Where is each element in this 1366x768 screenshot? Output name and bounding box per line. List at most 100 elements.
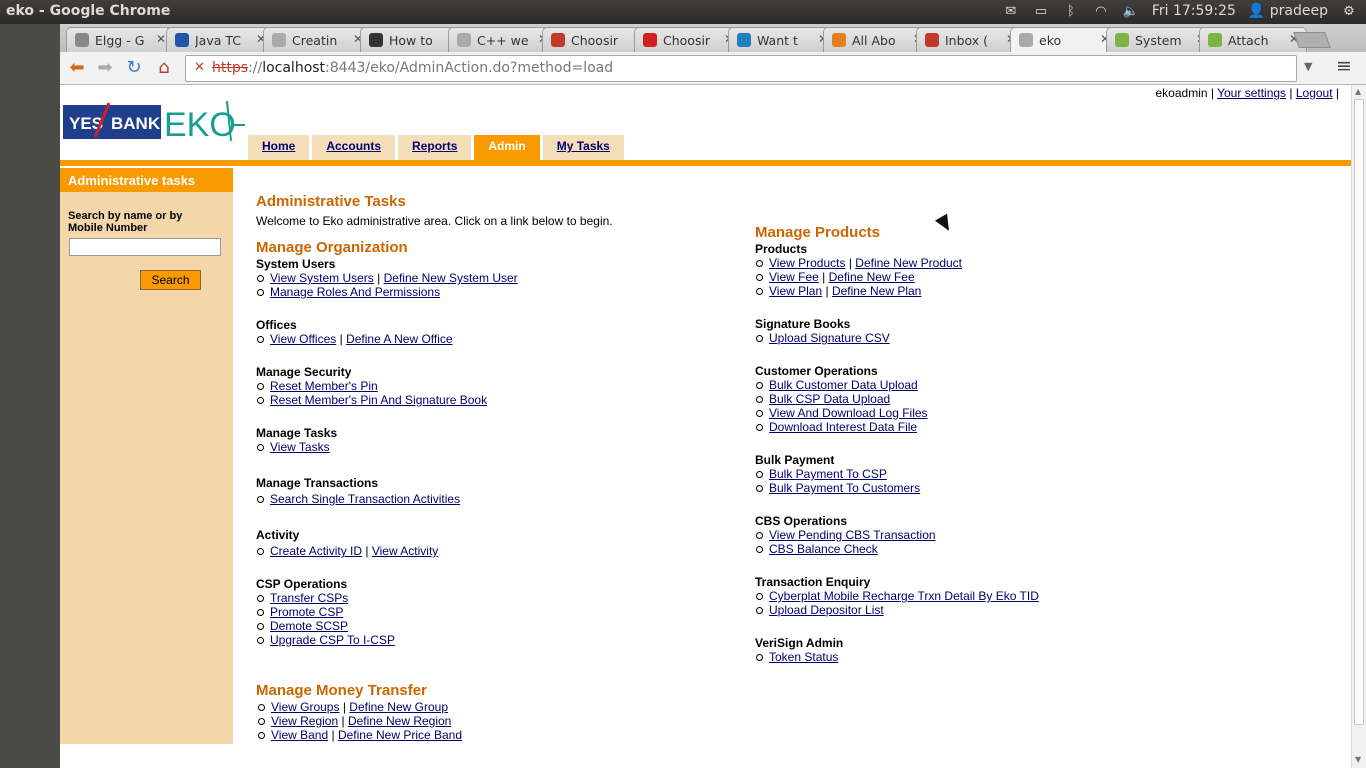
battery-icon[interactable]: ▭	[1032, 4, 1050, 19]
nav-tab-accounts[interactable]: Accounts	[312, 135, 399, 160]
bulk-payment-to-customers-link[interactable]: Bulk Payment To Customers	[769, 481, 920, 495]
section-label: Products	[755, 242, 808, 256]
search-single-transaction-activities-link[interactable]: Search Single Transaction Activities	[270, 492, 460, 506]
bulk-csp-data-upload-link[interactable]: Bulk CSP Data Upload	[769, 392, 890, 406]
scroll-thumb[interactable]	[1354, 99, 1364, 725]
view-region-link[interactable]: View Region	[271, 714, 338, 728]
tab-java-tc[interactable]: Java TC ✕	[166, 27, 274, 52]
transfer-csps-link[interactable]: Transfer CSPs	[270, 591, 348, 605]
chrome-window: Elgg - G✕Java TC✕Creatin✕How to✕C++ we✕C…	[60, 24, 1366, 768]
search-input[interactable]	[69, 238, 221, 256]
address-bar[interactable]: ✕ https://localhost:8443/eko/AdminAction…	[185, 55, 1297, 82]
cyberplat-mobile-recharge-trxn-detail-by-eko-tid-link[interactable]: Cyberplat Mobile Recharge Trxn Detail By…	[769, 589, 1039, 603]
nav-tab-admin[interactable]: Admin	[474, 135, 543, 160]
view-system-users-link[interactable]: View System Users	[270, 271, 374, 285]
chrome-menu-icon[interactable]: ≡	[1336, 55, 1352, 77]
define-new-plan-link[interactable]: Define New Plan	[832, 284, 921, 298]
tab-want-t[interactable]: Want t✕	[728, 27, 836, 52]
reload-icon[interactable]: ↻	[123, 57, 145, 79]
insecure-lock-icon[interactable]: ✕	[194, 60, 205, 75]
welcome-text: Welcome to Eko administrative area. Clic…	[256, 214, 613, 228]
view-and-download-log-files-link[interactable]: View And Download Log Files	[769, 406, 928, 420]
your-settings-link[interactable]: Your settings	[1217, 86, 1286, 100]
view-band-link[interactable]: View Band	[271, 728, 328, 742]
section-manage-transactions: Manage Transactions Search Single Transac…	[256, 476, 460, 506]
home-icon[interactable]: ⌂	[153, 57, 175, 79]
view-fee-link[interactable]: View Fee	[769, 270, 819, 284]
download-interest-data-file-link[interactable]: Download Interest Data File	[769, 420, 917, 434]
tab-choosir[interactable]: Choosir✕	[634, 27, 742, 52]
link-separator: |	[845, 256, 856, 270]
view-activity-link[interactable]: View Activity	[372, 544, 438, 558]
list-item: View And Download Log Files	[755, 406, 928, 420]
view-plan-link[interactable]: View Plan	[769, 284, 822, 298]
nav-tab-my-tasks[interactable]: My Tasks	[542, 135, 627, 160]
tab-elgg-g[interactable]: Elgg - G ✕	[66, 27, 174, 52]
define-new-group-link[interactable]: Define New Group	[349, 700, 448, 714]
vertical-scrollbar[interactable]: ▲ ▼	[1351, 85, 1366, 768]
list-item: Download Interest Data File	[755, 420, 928, 434]
cbs-balance-check-link[interactable]: CBS Balance Check	[769, 542, 878, 556]
bluetooth-icon[interactable]: ᛒ	[1062, 4, 1080, 19]
forward-arrow-icon[interactable]: ➡	[94, 57, 116, 79]
section-offices: Offices View Offices | Define A New Offic…	[256, 318, 453, 346]
view-pending-cbs-transaction-link[interactable]: View Pending CBS Transaction	[769, 528, 936, 542]
upload-signature-csv-link[interactable]: Upload Signature CSV	[769, 331, 890, 345]
link-separator: |	[822, 284, 832, 298]
nav-tab-reports[interactable]: Reports	[398, 135, 475, 160]
tab-eko[interactable]: eko ✕	[1010, 27, 1118, 53]
power-gear-icon[interactable]: ⚙	[1340, 4, 1358, 19]
view-offices-link[interactable]: View Offices	[270, 332, 336, 346]
tab-system[interactable]: System✕	[1106, 27, 1214, 52]
wifi-icon[interactable]: ◠	[1092, 4, 1110, 19]
volume-icon[interactable]: 🔈	[1122, 4, 1140, 19]
user-menu[interactable]: 👤 pradeep	[1248, 3, 1328, 19]
section-activity: Activity Create Activity ID | View Activi…	[256, 528, 438, 558]
bulk-customer-data-upload-link[interactable]: Bulk Customer Data Upload	[769, 378, 918, 392]
define-new-fee-link[interactable]: Define New Fee	[829, 270, 915, 284]
tab-c-we[interactable]: C++ we✕	[448, 27, 556, 52]
section-system-users: System Users View System Users | Define N…	[256, 257, 518, 299]
promote-csp-link[interactable]: Promote CSP	[270, 605, 343, 619]
back-arrow-icon[interactable]: ⬅	[66, 57, 88, 79]
search-button[interactable]: Search	[140, 270, 201, 290]
view-products-link[interactable]: View Products	[769, 256, 845, 270]
tab-all-abo[interactable]: All Abo✕	[823, 27, 931, 52]
new-tab-button[interactable]	[1293, 32, 1331, 48]
chevron-down-icon[interactable]: ▼	[1304, 60, 1312, 73]
scroll-down-icon[interactable]: ▼	[1355, 755, 1361, 764]
reset-member-s-pin-link[interactable]: Reset Member's Pin	[270, 379, 378, 393]
scroll-up-icon[interactable]: ▲	[1355, 87, 1361, 96]
logout-link[interactable]: Logout	[1296, 86, 1333, 100]
define-new-system-user-link[interactable]: Define New System User	[384, 271, 518, 285]
section-manage-security: Manage Security Reset Member's Pin Reset M…	[256, 365, 487, 407]
list-item: Demote SCSP	[256, 619, 395, 633]
token-status-link[interactable]: Token Status	[769, 650, 838, 664]
reset-member-s-pin-and-signature-book-link[interactable]: Reset Member's Pin And Signature Book	[270, 393, 487, 407]
define-a-new-office-link[interactable]: Define A New Office	[346, 332, 453, 346]
view-groups-link[interactable]: View Groups	[271, 700, 339, 714]
tab-label: Creatin	[292, 33, 338, 48]
tab-creatin[interactable]: Creatin ✕	[263, 27, 371, 52]
section-manage-tasks: Manage Tasks View Tasks	[256, 426, 337, 454]
url-host: localhost	[262, 60, 326, 76]
clock[interactable]: Fri 17:59:25	[1152, 3, 1236, 19]
upgrade-csp-to-i-csp-link[interactable]: Upgrade CSP To I-CSP	[270, 633, 395, 647]
close-icon[interactable]: ✕	[156, 32, 166, 46]
tab-attach[interactable]: Attach ✕	[1199, 27, 1307, 52]
header-divider	[60, 160, 1351, 166]
demote-scsp-link[interactable]: Demote SCSP	[270, 619, 348, 633]
nav-tab-home[interactable]: Home	[248, 135, 313, 160]
manage-roles-and-permissions-link[interactable]: Manage Roles And Permissions	[270, 285, 440, 299]
tab-inbox[interactable]: Inbox (✕	[916, 27, 1024, 52]
view-tasks-link[interactable]: View Tasks	[270, 440, 330, 454]
list-item: View Offices | Define A New Office	[256, 332, 453, 346]
define-new-price-band-link[interactable]: Define New Price Band	[338, 728, 462, 742]
upload-depositor-list-link[interactable]: Upload Depositor List	[769, 603, 884, 617]
define-new-product-link[interactable]: Define New Product	[855, 256, 962, 270]
bulk-payment-to-csp-link[interactable]: Bulk Payment To CSP	[769, 467, 887, 481]
define-new-region-link[interactable]: Define New Region	[348, 714, 451, 728]
svg-text:EKO: EKO	[164, 106, 236, 144]
create-activity-id-link[interactable]: Create Activity ID	[270, 544, 362, 558]
mail-icon[interactable]: ✉	[1002, 4, 1020, 19]
